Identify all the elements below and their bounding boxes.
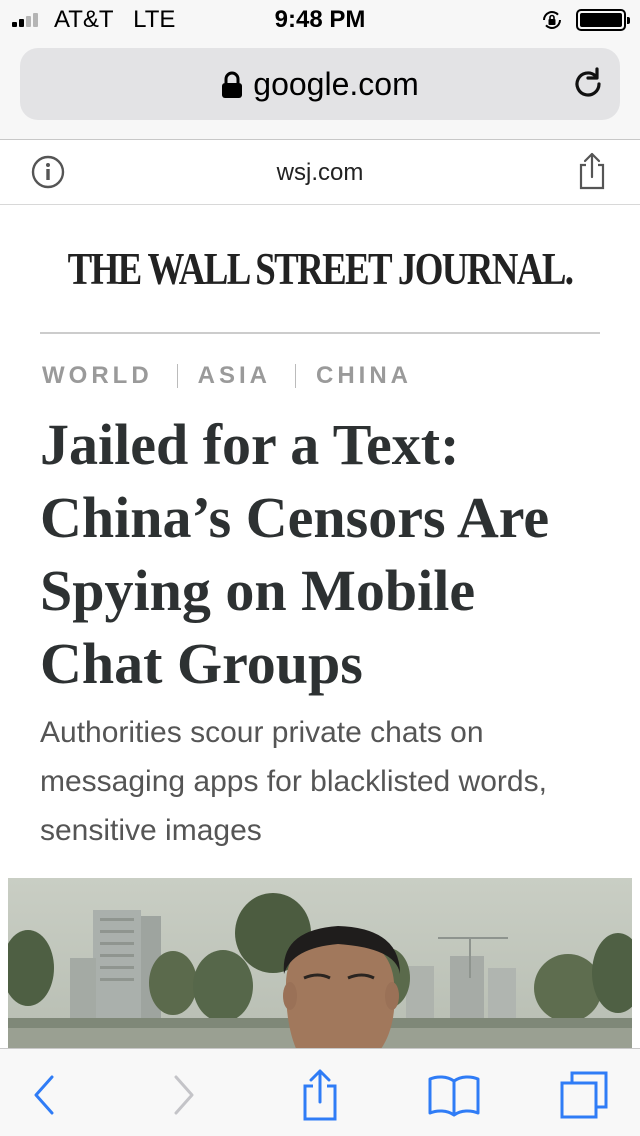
forward-arrow-icon [174, 1075, 194, 1115]
breadcrumb: WORLD ASIA CHINA [42, 362, 412, 390]
share-icon[interactable] [576, 151, 608, 191]
tabs-icon [560, 1071, 608, 1119]
share-icon [303, 1069, 337, 1121]
breadcrumb-separator [295, 364, 296, 388]
site-bar: wsj.com [0, 141, 640, 205]
masthead-divider [40, 332, 600, 334]
tabs-button[interactable] [556, 1071, 612, 1119]
browser-toolbar [0, 1048, 640, 1136]
forward-button[interactable] [160, 1071, 208, 1119]
reload-icon[interactable] [570, 66, 606, 102]
article-summary: Authorities scour private chats on messa… [40, 716, 547, 847]
section-link-world[interactable]: WORLD [42, 362, 153, 390]
section-link-china[interactable]: CHINA [316, 362, 412, 390]
url-text[interactable]: google.com [253, 66, 418, 103]
back-arrow-icon [34, 1075, 54, 1115]
browser-header: google.com [0, 40, 640, 140]
site-domain: wsj.com [276, 159, 364, 186]
status-bar: AT&T LTE 9:48 PM [0, 0, 640, 40]
article-headline: Jailed for a Text: China’s Censors Are S… [40, 412, 550, 696]
article-photo [8, 878, 632, 1053]
bookmarks-icon [428, 1075, 480, 1117]
share-button[interactable] [296, 1069, 344, 1121]
section-link-asia[interactable]: ASIA [198, 362, 271, 390]
masthead-logo[interactable]: THE WALL STREET JOURNAL. [58, 243, 583, 295]
lock-icon [222, 71, 243, 98]
battery-icon [576, 9, 630, 31]
address-bar[interactable]: google.com [20, 48, 620, 120]
back-button[interactable] [20, 1071, 68, 1119]
rotation-lock-icon [543, 11, 561, 29]
breadcrumb-separator [176, 364, 178, 388]
bookmarks-button[interactable] [426, 1071, 482, 1119]
